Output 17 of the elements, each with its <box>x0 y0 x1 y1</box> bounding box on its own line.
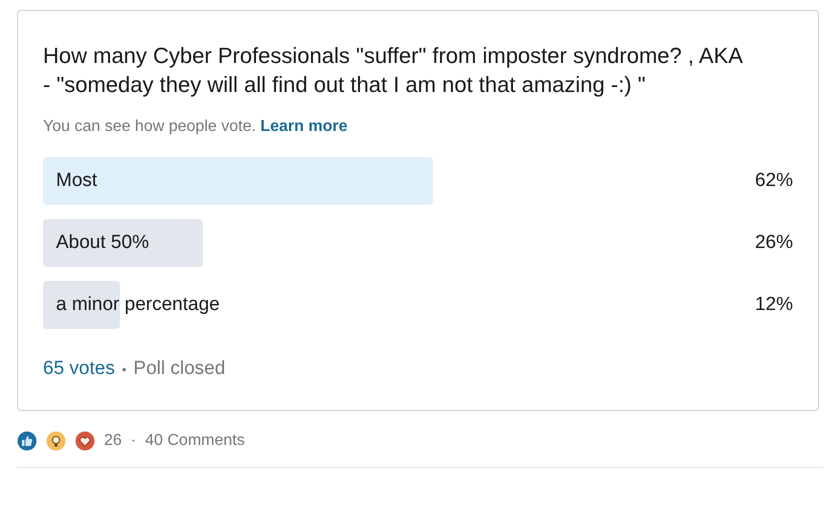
poll-status: Poll closed <box>133 357 226 381</box>
option-label: a minor percentage <box>55 292 220 317</box>
poll-question: How many Cyber Professionals "suffer" from imposter syndrome? , AKA - "someday they will all find out that I am not that amazing -:) " <box>43 42 743 99</box>
thumbs-up-icon <box>17 430 37 450</box>
visibility-note: You can see how people vote. <box>43 118 256 135</box>
separator-dot: · <box>130 430 136 450</box>
lightbulb-icon <box>46 430 66 450</box>
option-percent: 26% <box>754 230 793 255</box>
option-label: About 50% <box>55 230 149 255</box>
vote-count[interactable]: 65 votes <box>43 355 115 384</box>
learn-more-link[interactable]: Learn more <box>260 118 348 135</box>
option-label: Most <box>55 168 98 193</box>
separator-dot: • <box>122 360 126 378</box>
option-percent: 62% <box>754 168 793 193</box>
option-percent: 12% <box>754 292 793 317</box>
reaction-count[interactable]: 26 <box>104 428 122 452</box>
comments-count[interactable]: 40 Comments <box>145 428 245 452</box>
